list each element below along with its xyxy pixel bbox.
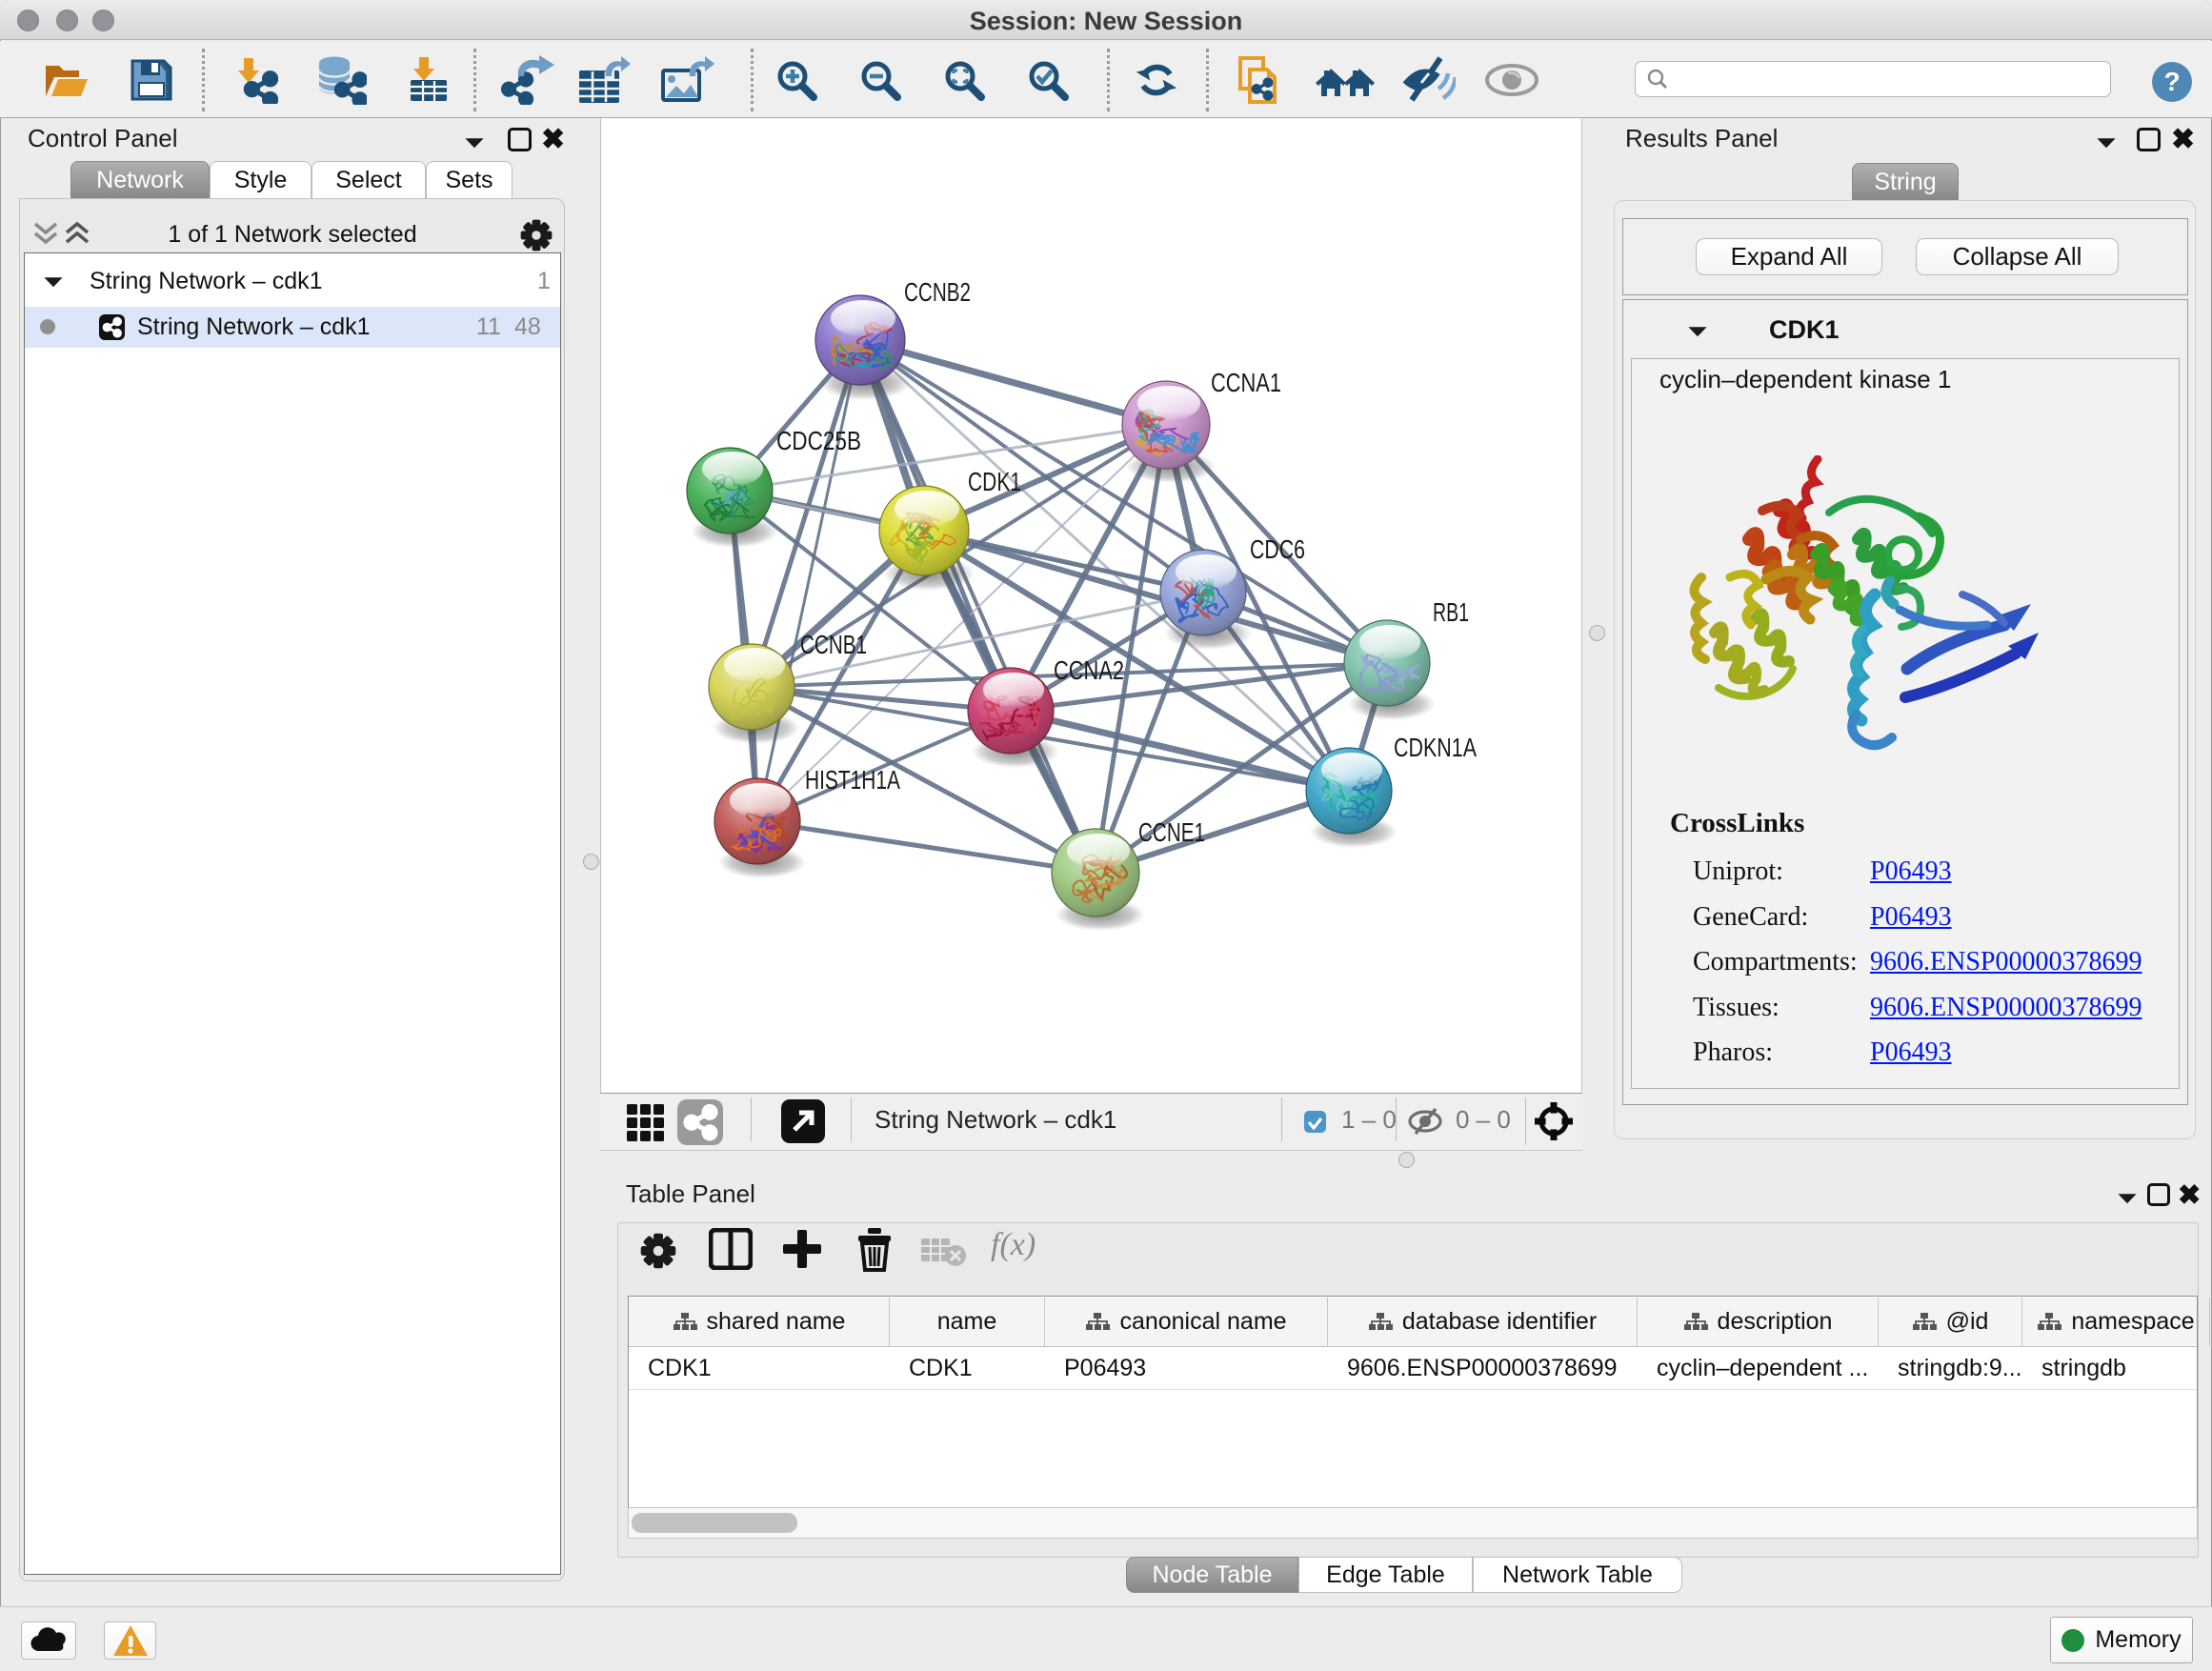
svg-text:CCNA2: CCNA2 [1054,655,1124,685]
svg-text:CCNA1: CCNA1 [1211,368,1281,397]
svg-text:?: ? [2163,67,2180,96]
svg-text:CCNB1: CCNB1 [800,630,867,659]
svg-text:CDC25B: CDC25B [776,426,861,455]
svg-text:HIST1H1A: HIST1H1A [805,765,900,795]
svg-text:RB1: RB1 [1433,597,1469,627]
svg-text:CCNE1: CCNE1 [1138,817,1205,847]
svg-text:CDC6: CDC6 [1250,534,1305,564]
svg-text:CCNB2: CCNB2 [904,277,971,307]
svg-text:CDKN1A: CDKN1A [1394,733,1477,762]
svg-text:CDK1: CDK1 [968,467,1021,496]
